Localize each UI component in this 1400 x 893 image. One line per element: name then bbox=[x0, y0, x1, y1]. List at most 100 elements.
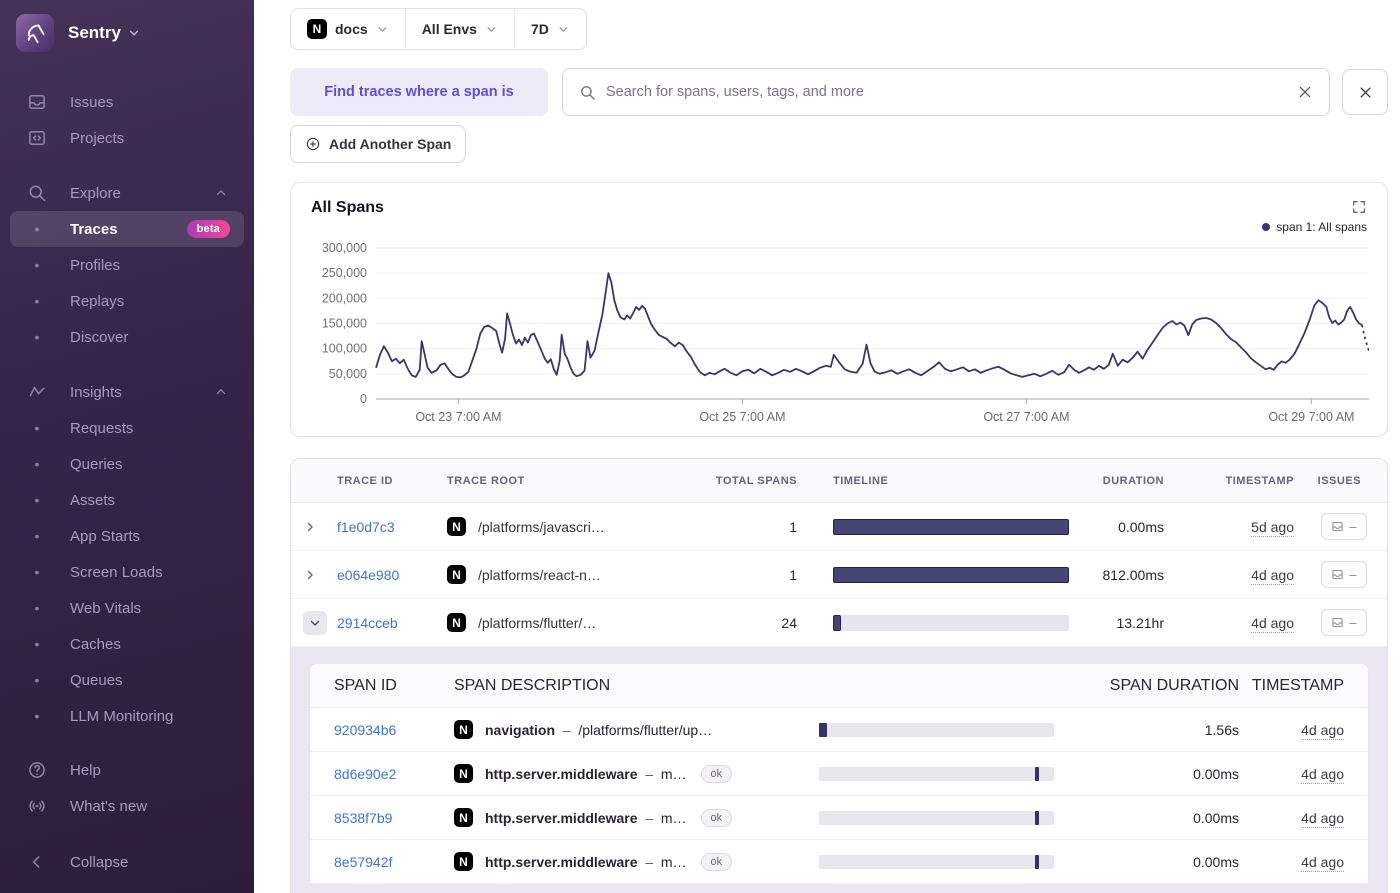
span-search-box[interactable] bbox=[562, 68, 1330, 116]
svg-text:250,000: 250,000 bbox=[322, 266, 367, 280]
sidebar-item-app-starts[interactable]: • App Starts bbox=[10, 518, 244, 554]
sidebar-item-label: Caches bbox=[70, 635, 121, 653]
beta-badge: beta bbox=[186, 220, 230, 238]
total-spans-value: 1 bbox=[789, 518, 797, 535]
brand[interactable]: Sentry bbox=[16, 14, 141, 52]
sidebar-footer: Help What's new bbox=[0, 752, 254, 824]
sidebar-item-label: Help bbox=[70, 761, 101, 779]
sidebar-item-what-s-new[interactable]: What's new bbox=[10, 788, 244, 824]
span-timestamp: 4d ago bbox=[1301, 809, 1344, 828]
span-search-input[interactable] bbox=[606, 84, 1287, 100]
sidebar-item-projects[interactable]: Projects bbox=[10, 120, 244, 156]
trace-root-text: /platforms/javascri… bbox=[478, 518, 605, 535]
trace-issues-button[interactable]: – bbox=[1321, 561, 1367, 588]
sidebar-item-replays[interactable]: • Replays bbox=[10, 283, 244, 319]
nextjs-icon: N bbox=[307, 19, 327, 39]
remove-span-filter-button[interactable] bbox=[1342, 69, 1388, 115]
bullet-icon: • bbox=[34, 456, 40, 472]
sidebar-item-screen-loads[interactable]: • Screen Loads bbox=[10, 554, 244, 590]
add-another-span-button[interactable]: Add Another Span bbox=[290, 125, 467, 163]
sidebar-item-label: LLM Monitoring bbox=[70, 707, 174, 725]
span-timeline bbox=[819, 766, 1054, 781]
svg-text:Oct 25 7:00 AM: Oct 25 7:00 AM bbox=[699, 410, 785, 424]
sidebar-item-traces[interactable]: • Traces beta bbox=[10, 211, 244, 247]
bullet-icon: • bbox=[34, 528, 40, 544]
svg-text:50,000: 50,000 bbox=[329, 367, 367, 381]
span-id-link[interactable]: 8e57942f bbox=[334, 854, 454, 870]
sidebar-item-help[interactable]: Help bbox=[10, 752, 244, 788]
search-icon bbox=[29, 185, 46, 202]
sidebar-item-label: Web Vitals bbox=[70, 599, 142, 617]
svg-text:300,000: 300,000 bbox=[322, 241, 367, 255]
page-filter-bar: N docs All Envs 7D bbox=[290, 8, 587, 50]
col-timestamp: TIMESTAMP bbox=[1225, 474, 1294, 487]
chevron-left-icon bbox=[32, 856, 40, 868]
sidebar-item-label: Replays bbox=[70, 292, 125, 310]
sidebar-item-issues[interactable]: Issues bbox=[10, 84, 244, 120]
sidebar: Sentry Issues Projects Explore • Traces beta •… bbox=[0, 0, 254, 893]
trace-table-row: 2914cceb N/platforms/flutter/… 24 13.21hr 4d… bbox=[291, 599, 1387, 647]
collapse-row-button[interactable] bbox=[303, 610, 327, 635]
svg-text:100,000: 100,000 bbox=[322, 342, 367, 356]
span-table-row: 920934b6 Nnavigation – /platforms/flutter… bbox=[310, 708, 1368, 752]
sidebar-collapse-button[interactable]: Collapse bbox=[10, 844, 244, 880]
nextjs-icon: N bbox=[454, 808, 473, 827]
inbox-icon bbox=[1332, 617, 1343, 628]
sidebar-item-insights[interactable]: Insights bbox=[10, 374, 244, 410]
bullet-icon: • bbox=[34, 420, 40, 436]
span-status-badge: ok bbox=[700, 808, 733, 827]
chevron-down-icon bbox=[487, 26, 496, 32]
span-duration: 0.00ms bbox=[1193, 765, 1239, 782]
sidebar-item-web-vitals[interactable]: • Web Vitals bbox=[10, 590, 244, 626]
trace-issues-button[interactable]: – bbox=[1321, 513, 1367, 540]
span-id-link[interactable]: 8d6e90e2 bbox=[334, 766, 454, 782]
sidebar-item-llm-monitoring[interactable]: • LLM Monitoring bbox=[10, 698, 244, 734]
issues-count: – bbox=[1349, 519, 1357, 534]
close-icon bbox=[1360, 87, 1370, 97]
trace-id-link[interactable]: 2914cceb bbox=[337, 615, 447, 631]
trace-issues-button[interactable]: – bbox=[1321, 609, 1367, 636]
projects-icon bbox=[29, 131, 45, 145]
all-spans-line-chart[interactable]: 300,000 250,000 200,000 150,000 100,000 50,00… bbox=[311, 238, 1369, 430]
sidebar-item-explore[interactable]: Explore bbox=[10, 175, 244, 211]
bullet-icon: • bbox=[34, 221, 40, 237]
plus-circle-icon bbox=[306, 137, 320, 151]
svg-text:Oct 27 7:00 AM: Oct 27 7:00 AM bbox=[983, 410, 1069, 424]
trace-root-text: /platforms/flutter/… bbox=[478, 614, 597, 631]
bullet-icon: • bbox=[34, 329, 40, 345]
sidebar-item-label: Queries bbox=[70, 455, 123, 473]
sidebar-collapse: Collapse bbox=[0, 844, 254, 880]
chevron-right-icon bbox=[307, 522, 313, 531]
expand-row-button[interactable] bbox=[303, 520, 337, 534]
trace-timestamp: 4d ago bbox=[1251, 614, 1294, 633]
trace-id-link[interactable]: e064e980 bbox=[337, 567, 447, 583]
date-range-selector[interactable]: 7D bbox=[513, 9, 586, 49]
sidebar-item-assets[interactable]: • Assets bbox=[10, 482, 244, 518]
fullscreen-icon bbox=[1353, 201, 1365, 213]
clear-search-icon[interactable] bbox=[1297, 84, 1313, 100]
span-id-link[interactable]: 920934b6 bbox=[334, 722, 454, 738]
trace-id-link[interactable]: f1e0d7c3 bbox=[337, 519, 447, 535]
span-table-row: 8d6e90e2 Nhttp.server.middleware – m… ok 0.… bbox=[310, 752, 1368, 796]
expand-chart-button[interactable] bbox=[1351, 199, 1367, 220]
legend-label: span 1: All spans bbox=[1276, 220, 1367, 234]
sidebar-item-label: Projects bbox=[70, 129, 125, 147]
sidebar-item-queries[interactable]: • Queries bbox=[10, 446, 244, 482]
bullet-icon: • bbox=[34, 293, 40, 309]
sidebar-item-requests[interactable]: • Requests bbox=[10, 410, 244, 446]
span-id-link[interactable]: 8538f7b9 bbox=[334, 810, 454, 826]
trace-table-header: TRACE ID TRACE ROOT TOTAL SPANS TIMELINE… bbox=[291, 459, 1387, 503]
sidebar-item-queues[interactable]: • Queues bbox=[10, 662, 244, 698]
sidebar-item-profiles[interactable]: • Profiles bbox=[10, 247, 244, 283]
span-description-text: http.server.middleware – m… bbox=[485, 853, 687, 870]
expand-row-button[interactable] bbox=[303, 568, 337, 582]
svg-text:0: 0 bbox=[360, 392, 367, 406]
sidebar-item-caches[interactable]: • Caches bbox=[10, 626, 244, 662]
project-selector[interactable]: N docs bbox=[291, 9, 405, 49]
col-span-description: SPAN DESCRIPTION bbox=[454, 676, 611, 694]
sidebar-item-discover[interactable]: • Discover bbox=[10, 319, 244, 355]
environment-selector[interactable]: All Envs bbox=[404, 9, 514, 49]
col-span-id: SPAN ID bbox=[334, 676, 397, 694]
trace-duration: 0.00ms bbox=[1118, 518, 1164, 535]
chevron-down-icon bbox=[129, 30, 139, 36]
